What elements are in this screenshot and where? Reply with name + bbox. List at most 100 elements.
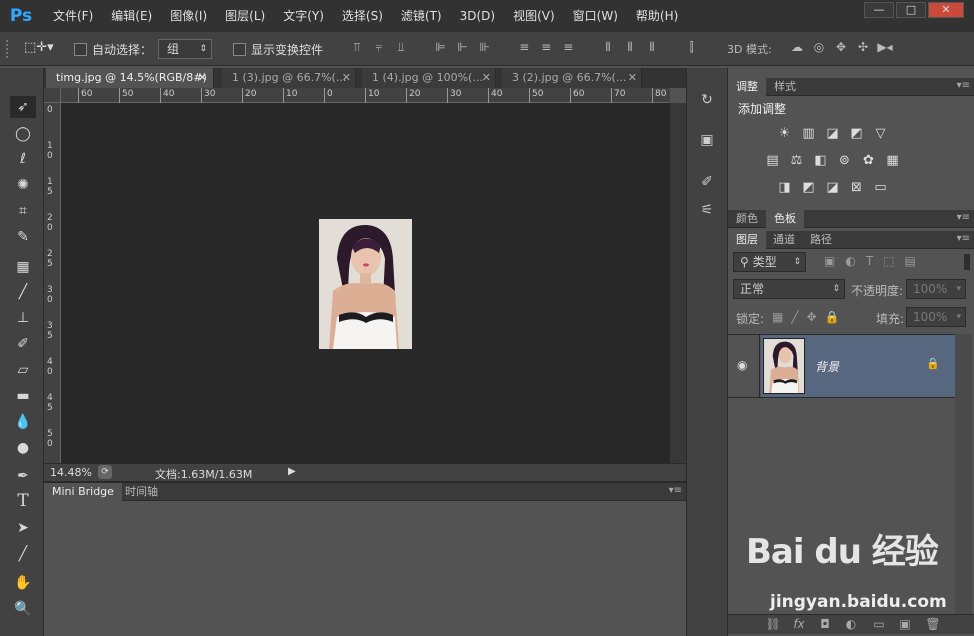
doc-tab[interactable]: 3 (2).jpg @ 66.7%(... ✕	[502, 68, 642, 88]
lock-image-icon[interactable]: ╱	[791, 310, 798, 324]
gradient-map-icon[interactable]: ▭	[872, 180, 889, 195]
align-vcenter-icon[interactable]: ⫧	[368, 40, 390, 55]
gradient-tool-icon[interactable]: ▬	[10, 385, 36, 407]
history-brush-icon[interactable]: ✐	[10, 333, 36, 355]
new-layer-icon[interactable]: ▣	[896, 615, 914, 633]
channel-mixer-icon[interactable]: ✿	[860, 153, 877, 168]
close-tab-icon[interactable]: ✕	[628, 68, 637, 88]
magic-wand-icon[interactable]: ✺	[10, 174, 36, 196]
distribute-right-icon[interactable]: ⦀	[641, 40, 663, 55]
layer-row[interactable]: 背景 🔒	[761, 335, 955, 397]
eyedropper-icon[interactable]: ✎	[10, 226, 36, 248]
curves-icon[interactable]: ◪	[824, 126, 841, 141]
layer-filter-kind[interactable]: ⚲ 类型 ⇕	[733, 252, 806, 272]
tab-swatches[interactable]: 色板	[766, 210, 804, 228]
panel-menu-icon[interactable]: ▾≡	[957, 233, 970, 244]
path-selection-icon[interactable]: ➤	[10, 517, 36, 539]
black-white-icon[interactable]: ◧	[812, 153, 829, 168]
tab-styles[interactable]: 样式	[766, 78, 804, 96]
3d-camera-icon[interactable]: ▶◂	[874, 40, 896, 54]
restore-button[interactable]: □	[896, 2, 926, 18]
tab-color[interactable]: 颜色	[728, 210, 766, 228]
menu-item[interactable]: 图像(I)	[161, 0, 216, 32]
tab-layers[interactable]: 图层	[728, 231, 766, 249]
menu-item[interactable]: 文字(Y)	[274, 0, 333, 32]
panel-menu-icon[interactable]: ▾≡	[957, 80, 970, 91]
show-transform-checkbox[interactable]	[233, 43, 246, 56]
close-tab-icon[interactable]: ✕	[198, 68, 207, 88]
filter-adjustment-icon[interactable]: ◐	[845, 254, 855, 268]
layers-scrollbar[interactable]	[955, 334, 972, 614]
blend-mode-dropdown[interactable]: 正常 ⇕	[733, 279, 845, 299]
distribute-top-icon[interactable]: ≡	[513, 40, 535, 54]
levels-icon[interactable]: ▥	[800, 126, 817, 141]
align-right-icon[interactable]: ⊪	[474, 40, 496, 54]
posterize-icon[interactable]: ◩	[800, 180, 817, 195]
marquee-tool-icon[interactable]: ◯	[10, 123, 36, 145]
doc-tab[interactable]: 1 (3).jpg @ 66.7%(... ✕	[222, 68, 356, 88]
new-group-icon[interactable]: ▭	[870, 615, 888, 633]
blur-tool-icon[interactable]: 💧	[10, 411, 36, 433]
lock-position-icon[interactable]: ✥	[807, 310, 817, 324]
close-tab-icon[interactable]: ✕	[482, 68, 491, 88]
align-hcenter-icon[interactable]: ⊩	[452, 40, 474, 54]
menu-item[interactable]: 文件(F)	[44, 0, 102, 32]
zoom-level[interactable]: 14.48%	[50, 466, 92, 479]
auto-select-checkbox[interactable]	[74, 43, 87, 56]
distribute-left-icon[interactable]: ⦀	[597, 40, 619, 55]
filter-smart-icon[interactable]: ▤	[905, 254, 916, 268]
healing-brush-icon[interactable]: ▦	[10, 256, 36, 278]
layer-name[interactable]: 背景	[815, 358, 839, 375]
3d-rotate-icon[interactable]: ☁	[786, 40, 808, 54]
link-layers-icon[interactable]: ⛓	[764, 615, 782, 633]
brush-presets-icon[interactable]: ✐	[696, 174, 718, 196]
menu-item[interactable]: 图层(L)	[216, 0, 274, 32]
filter-type-icon[interactable]: T	[866, 254, 873, 268]
filter-pixel-icon[interactable]: ▣	[824, 254, 835, 268]
hand-tool-icon[interactable]: ✋	[10, 572, 36, 594]
doc-tab[interactable]: timg.jpg @ 14.5%(RGB/8#) ✕	[46, 68, 214, 88]
panel-menu-icon[interactable]: ▾≡	[957, 212, 970, 223]
eraser-tool-icon[interactable]: ▱	[10, 359, 36, 381]
menu-item[interactable]: 窗口(W)	[564, 0, 627, 32]
hue-saturation-icon[interactable]: ▤	[764, 153, 781, 168]
add-mask-icon[interactable]: ◘	[816, 615, 834, 633]
vertical-scrollbar[interactable]	[670, 103, 686, 463]
tab-channels[interactable]: 通道	[765, 231, 803, 249]
distribute-bottom-icon[interactable]: ≡	[557, 40, 579, 54]
photo-filter-icon[interactable]: ⊚	[836, 153, 853, 168]
type-tool-icon[interactable]: T	[10, 490, 36, 512]
clone-stamp-icon[interactable]: ⊥	[10, 307, 36, 329]
vibrance-icon[interactable]: ▽	[872, 126, 889, 141]
menu-item[interactable]: 帮助(H)	[627, 0, 687, 32]
align-left-icon[interactable]: ⊫	[430, 40, 452, 54]
menu-item[interactable]: 选择(S)	[333, 0, 392, 32]
delete-layer-icon[interactable]: 🗑	[924, 615, 942, 633]
distribute-hcenter-icon[interactable]: ⦀	[619, 40, 641, 55]
tab-paths[interactable]: 路径	[802, 231, 840, 249]
properties-panel-icon[interactable]: ▣	[696, 132, 718, 154]
menu-item[interactable]: 视图(V)	[504, 0, 564, 32]
close-button[interactable]: ✕	[928, 2, 964, 18]
threshold-icon[interactable]: ◪	[824, 180, 841, 195]
align-bottom-icon[interactable]: ⫫	[390, 40, 412, 55]
crop-tool-icon[interactable]: ⌗	[10, 200, 36, 222]
opacity-input[interactable]: 100% ▾	[906, 279, 966, 299]
selective-color-icon[interactable]: ⊠	[848, 180, 865, 195]
zoom-tool-icon[interactable]: 🔍	[10, 598, 36, 620]
close-tab-icon[interactable]: ✕	[342, 68, 351, 88]
eye-visibility-icon[interactable]: ◉	[737, 358, 747, 372]
brush-panel-icon[interactable]: ⚟	[696, 202, 718, 224]
align-top-icon[interactable]: ⫪	[346, 40, 368, 55]
new-adjustment-icon[interactable]: ◐	[842, 615, 860, 633]
exposure-icon[interactable]: ◩	[848, 126, 865, 141]
brightness-contrast-icon[interactable]: ☀	[776, 126, 793, 141]
lock-all-icon[interactable]: 🔒	[825, 310, 840, 324]
add-style-icon[interactable]: fx	[790, 615, 808, 633]
invert-icon[interactable]: ◨	[776, 180, 793, 195]
minimize-button[interactable]: —	[864, 2, 894, 18]
3d-roll-icon[interactable]: ◎	[808, 40, 830, 54]
status-menu-arrow-icon[interactable]: ▶	[288, 466, 296, 477]
move-tool-icon[interactable]: ⬚✛▾	[24, 40, 54, 55]
menu-item[interactable]: 滤镜(T)	[392, 0, 451, 32]
